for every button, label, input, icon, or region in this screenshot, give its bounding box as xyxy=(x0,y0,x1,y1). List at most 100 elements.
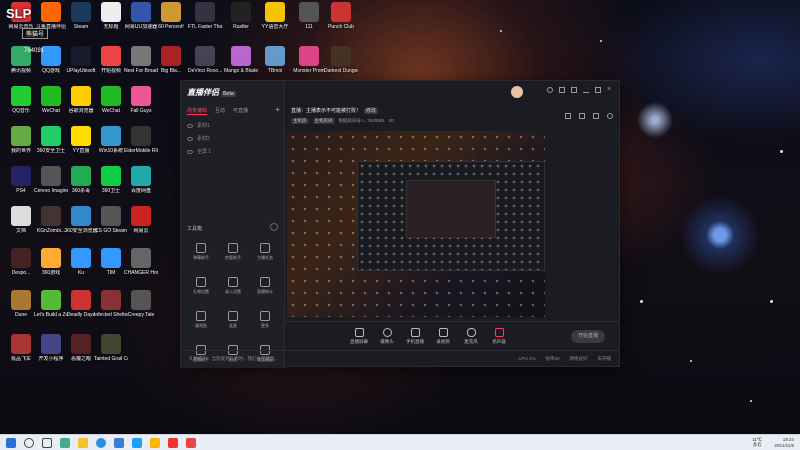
desktop-icon[interactable]: CS GO Steam xyxy=(94,206,128,250)
desktop-icon[interactable]: Deadly Days xyxy=(64,290,98,334)
layer-item[interactable]: 素材2 xyxy=(185,132,281,145)
desktop-icon[interactable]: 60 Percent! xyxy=(154,2,188,46)
tool-item[interactable]: 主播任务 xyxy=(249,241,281,269)
desktop-icon[interactable]: Steam xyxy=(64,2,98,46)
layer-item[interactable]: 素材1 xyxy=(185,119,281,132)
app-icon[interactable] xyxy=(168,438,178,448)
desktop-icon[interactable]: Win10系统 xyxy=(94,126,128,170)
layout-icon[interactable] xyxy=(593,113,599,119)
add-scene-button[interactable]: + xyxy=(275,105,280,114)
desktop-icon[interactable]: WeChat xyxy=(94,86,128,130)
desktop-icon[interactable]: 开发小程序 xyxy=(34,334,68,378)
desktop-icon[interactable]: YY语音大厅 xyxy=(258,2,292,46)
visibility-icon[interactable] xyxy=(187,123,193,128)
desktop-icon[interactable]: 百度网盘 xyxy=(124,166,158,210)
edit-topic-button[interactable]: 修改 xyxy=(364,108,379,114)
desktop-icon[interactable]: 360安全卫士 xyxy=(34,126,68,170)
desktop-icon[interactable]: 360卫士 xyxy=(94,166,128,210)
search-icon[interactable] xyxy=(24,438,34,448)
desktop-icon[interactable]: KGnZombi... xyxy=(34,206,68,250)
desktop-icon[interactable]: 网易UU加速器 xyxy=(124,2,158,46)
task-view-icon[interactable] xyxy=(42,438,52,448)
tool-item[interactable]: 直播统计 xyxy=(249,275,281,303)
edge-icon[interactable] xyxy=(96,438,106,448)
desktop-icon[interactable]: Ku xyxy=(64,248,98,292)
desktop-icon[interactable]: 文档 xyxy=(4,206,38,250)
record-video-button[interactable]: 录视频 xyxy=(429,328,457,345)
system-clock[interactable]: 19:24 2021/11/6 xyxy=(774,437,794,449)
desktop-icon[interactable]: Let's Build a Zoo xyxy=(34,290,68,334)
start-live-button[interactable]: 开始直播 xyxy=(571,330,605,343)
desktop-icon[interactable]: Infected Shelter xyxy=(94,290,128,334)
visibility-icon[interactable] xyxy=(187,149,193,154)
tool-item[interactable]: 弹幕助手 xyxy=(185,241,217,269)
start-icon[interactable] xyxy=(6,438,16,448)
store-icon[interactable] xyxy=(114,438,124,448)
tool-item[interactable]: 录入设置 xyxy=(217,275,249,303)
tool-item[interactable]: 连麦 xyxy=(217,309,249,337)
desktop-icon[interactable]: YY直播 xyxy=(64,126,98,170)
share-icon[interactable] xyxy=(607,113,613,119)
desktop-icon[interactable]: TIM xyxy=(94,248,128,292)
meta-chip[interactable]: 主机房 xyxy=(291,118,309,124)
desktop-icon[interactable]: WeChat xyxy=(34,86,68,130)
desktop-icon[interactable]: PS4 xyxy=(4,166,38,210)
desktop-icon[interactable]: UPlayUbisoft xyxy=(64,46,98,90)
minimize-icon[interactable] xyxy=(583,87,589,93)
file-explorer-icon[interactable] xyxy=(78,438,88,448)
desktop-icon[interactable]: Creepy Tale xyxy=(124,290,158,334)
app-icon[interactable] xyxy=(132,438,142,448)
tool-item[interactable]: 礼物设置 xyxy=(185,275,217,303)
widgets-icon[interactable] xyxy=(60,438,70,448)
layer-item[interactable]: 全屏 1 xyxy=(185,145,281,158)
grid-icon[interactable] xyxy=(579,113,585,119)
desktop-icon[interactable]: Punch Club xyxy=(324,2,358,46)
toolbox-more-icon[interactable] xyxy=(270,223,278,231)
microphone-button[interactable]: 麦克风 xyxy=(457,328,485,345)
desktop-icon[interactable]: 网易云 xyxy=(124,206,158,250)
weather-widget[interactable]: 11℃ 多云 xyxy=(752,437,762,447)
desktop-icon[interactable]: 极品飞车 xyxy=(4,334,38,378)
desktop-icon[interactable]: Fall Guys xyxy=(124,86,158,130)
speaker-button[interactable]: 扬声器 xyxy=(485,328,513,345)
camera-button[interactable]: 摄像头 xyxy=(373,328,401,345)
maximize-icon[interactable] xyxy=(595,87,601,93)
desktop-icon[interactable]: 斗鱼直播伴侣 xyxy=(34,2,68,46)
tab-interact[interactable]: 互动 xyxy=(215,107,225,115)
preview-canvas[interactable] xyxy=(287,131,545,317)
desktop-icon[interactable]: 无标题 xyxy=(94,2,128,46)
visibility-icon[interactable] xyxy=(187,136,193,141)
desktop-icon[interactable]: Cerevo Imagine xyxy=(34,166,68,210)
tab-scene-edit[interactable]: 场景编辑 xyxy=(187,107,208,115)
desktop-icon[interactable]: 谷歌浏览器 xyxy=(64,86,98,130)
skin-icon[interactable] xyxy=(571,87,577,93)
desktop-icon[interactable]: 360杀毒 xyxy=(64,166,98,210)
lock-icon[interactable] xyxy=(565,113,571,119)
message-icon[interactable] xyxy=(559,87,565,93)
desktop-icon[interactable]: 我的世界 xyxy=(4,126,38,170)
meta-chip[interactable]: 主机房间 xyxy=(312,118,335,124)
close-icon[interactable]: × xyxy=(607,86,613,93)
desktop-icon[interactable]: 111 xyxy=(292,2,326,46)
desktop-icon[interactable]: Nest For Broadcast xyxy=(124,46,158,90)
tool-item[interactable]: 福利贴 xyxy=(185,309,217,337)
desktop-icon[interactable]: FTL Faster Than Light xyxy=(188,2,222,46)
screen-capture-button[interactable]: 直播屏幕 xyxy=(345,328,373,345)
desktop-icon[interactable]: Rustler xyxy=(224,2,258,46)
desktop-icon[interactable]: QQ音乐 xyxy=(4,86,38,130)
desktop-icon[interactable]: ElderMobile RIGentra4 xyxy=(124,126,158,170)
tool-item[interactable]: 房管助手 xyxy=(217,241,249,269)
tab-live[interactable]: 可直播 xyxy=(233,107,248,115)
desktop-icon[interactable]: 开始视频 xyxy=(94,46,128,90)
phone-live-button[interactable]: 手机直播 xyxy=(401,328,429,345)
live-companion-taskbar-icon[interactable] xyxy=(186,438,196,448)
desktop-icon[interactable]: Tainted Grail Conq... xyxy=(94,334,128,378)
desktop-icon[interactable]: Dune xyxy=(4,290,38,334)
desktop-icon[interactable]: Despo... xyxy=(4,248,38,292)
desktop-icon[interactable]: CHANGER Homebo... xyxy=(124,248,158,292)
tool-item[interactable]: 更多 xyxy=(249,309,281,337)
avatar[interactable] xyxy=(511,86,523,98)
settings-icon[interactable] xyxy=(547,87,553,93)
app-icon[interactable] xyxy=(150,438,160,448)
desktop-icon[interactable]: 恶魔之眼 xyxy=(64,334,98,378)
